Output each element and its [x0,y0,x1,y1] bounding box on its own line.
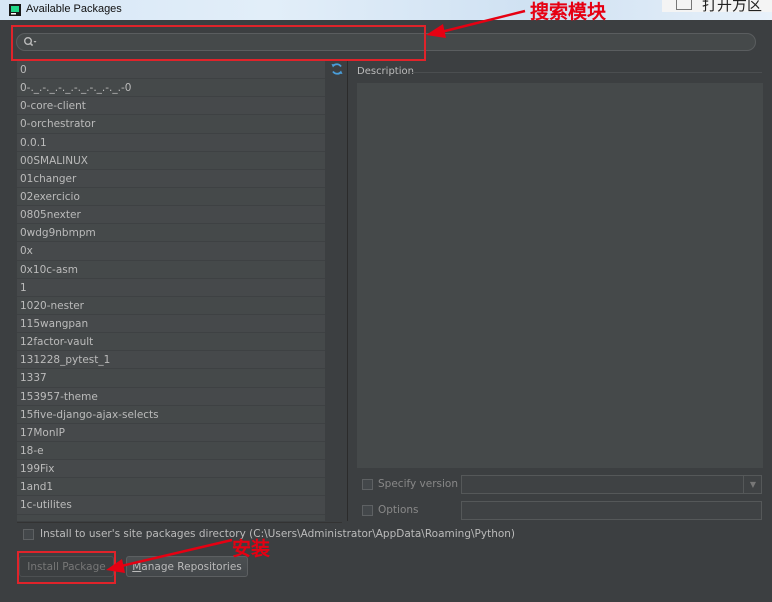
user-site-checkbox[interactable] [23,529,34,540]
manage-mnemonic: M [132,561,142,573]
package-item[interactable]: 1and1 [17,478,325,497]
specify-version-label: Specify version [378,478,459,490]
install-highlight-box [17,551,116,584]
package-item[interactable]: 00SMALINUX [17,152,325,170]
package-item[interactable]: 0x10c-asm [17,261,325,279]
window-title: Available Packages [26,3,122,15]
package-item[interactable]: 0 [17,61,325,80]
description-panel [357,83,763,468]
package-item[interactable]: 153957-theme [17,387,325,406]
version-dropdown[interactable] [461,475,762,494]
search-highlight-box [11,25,426,61]
package-item[interactable]: 131228_pytest_1 [17,351,325,370]
options-field[interactable] [461,501,762,520]
package-item[interactable]: 17MonIP [17,423,325,442]
package-item[interactable]: 0-._.-._.-._.-._.-._.-._.-0 [17,79,325,98]
package-item[interactable]: 0x [17,242,325,261]
package-item[interactable]: 0.0.1 [17,133,325,152]
search-annotation: 搜索模块 [530,1,607,23]
package-item[interactable]: 199Fix [17,460,325,479]
options-checkbox[interactable] [362,505,373,516]
package-item[interactable]: 115wangpan [17,314,325,334]
description-divider [412,72,762,73]
package-item[interactable]: 0wdg9nbmpm [17,224,325,243]
refresh-icon[interactable] [330,62,344,76]
package-item[interactable]: 0805nexter [17,206,325,225]
package-item[interactable]: 1c-utilites [17,496,325,515]
pycharm-icon [9,4,21,16]
background-window-fragment: 打开方区 [662,0,772,12]
package-item[interactable]: 0-core-client [17,97,325,116]
user-site-label: Install to user's site packages director… [40,528,516,540]
options-label: Options [378,504,419,516]
panel-separator[interactable] [347,61,348,521]
package-list[interactable]: 0 0-._.-._.-._.-._.-._.-._.-0 0-core-clien… [17,61,325,521]
window-icon [676,0,692,10]
description-label: Description [357,66,414,77]
package-item[interactable]: 1 [17,278,325,297]
package-item[interactable]: 12factor-vault [17,333,325,352]
package-item[interactable]: 0-orchestrator [17,115,325,134]
divider [17,522,342,523]
chevron-down-icon[interactable]: ▼ [743,475,762,494]
background-window-text: 打开方区 [702,0,763,12]
package-item[interactable]: 1337 [17,369,325,388]
package-item[interactable]: 15five-django-ajax-selects [17,406,325,424]
manage-label: anage Repositories [141,561,242,573]
package-item[interactable]: 02exercicio [17,188,325,207]
specify-version-checkbox[interactable] [362,479,373,490]
package-item[interactable]: 01changer [17,169,325,188]
list-scrollbar[interactable] [327,61,342,521]
package-item[interactable]: 18-e [17,442,325,461]
manage-repositories-button[interactable]: Manage Repositories [126,556,248,577]
package-item[interactable]: 1020-nester [17,297,325,315]
install-annotation: 安装 [232,538,271,560]
